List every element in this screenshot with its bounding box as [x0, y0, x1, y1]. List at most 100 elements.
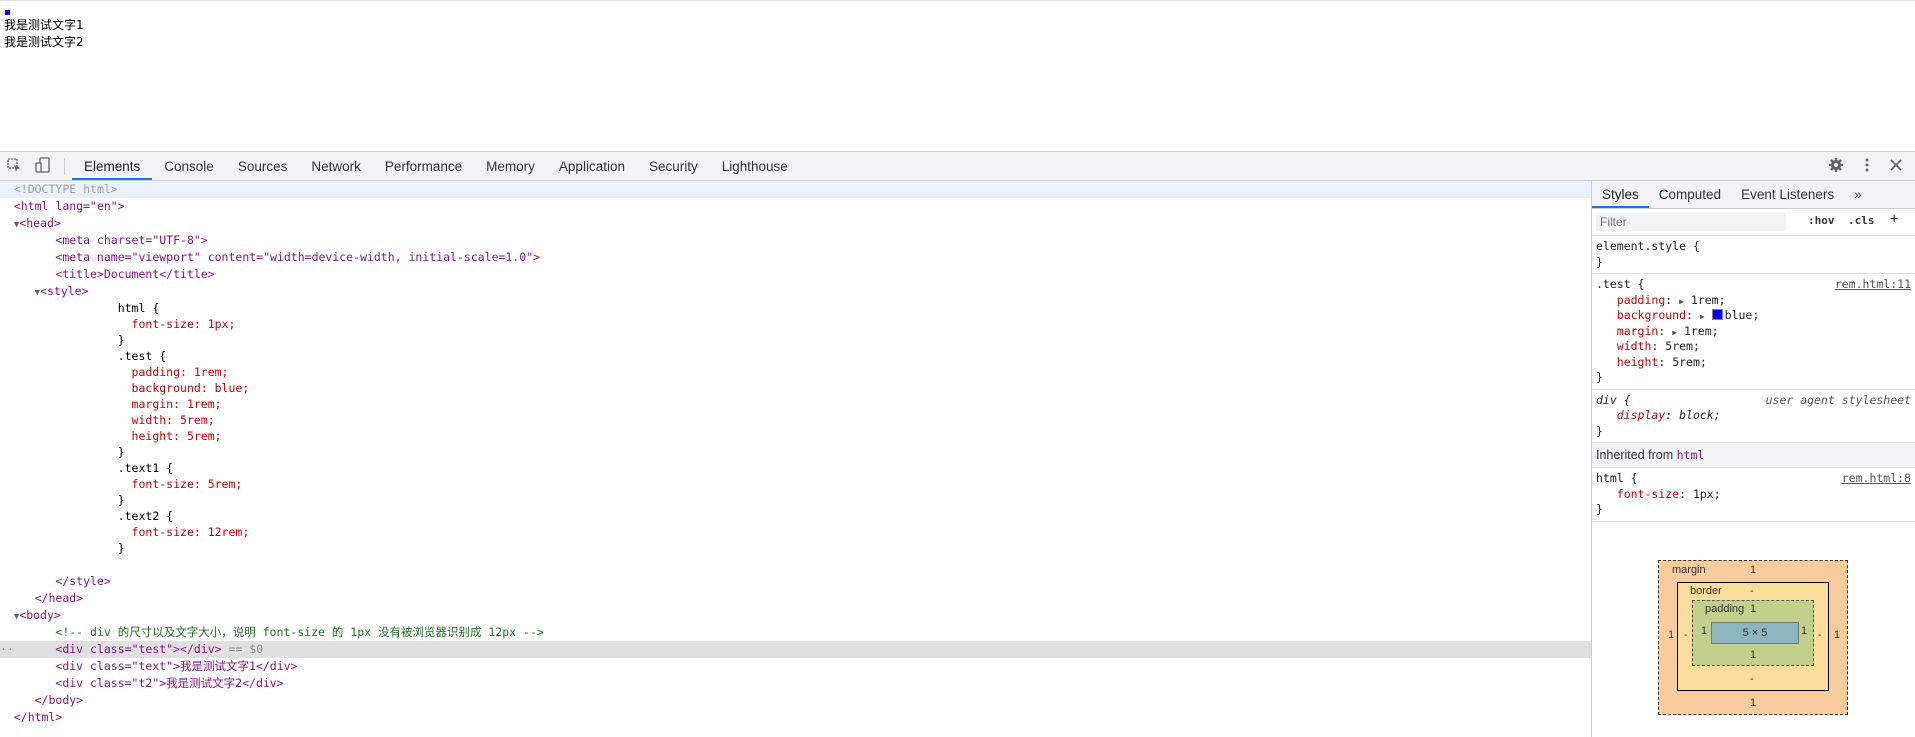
dom-node-div-test[interactable]: ·· <div class="test"></div> == $0: [0, 641, 1591, 658]
dom-node-div-t2[interactable]: <div class="t2">我是测试文字2</div>: [0, 675, 1591, 692]
more-vert-icon[interactable]: [1858, 157, 1876, 175]
padding-bottom-value[interactable]: 1: [1750, 649, 1756, 661]
inherited-tag-link[interactable]: html: [1677, 448, 1705, 462]
box-model-padding[interactable]: padding 1 1 1 1 5 × 5: [1692, 600, 1814, 666]
dom-node-title[interactable]: <title>Document</title>: [0, 266, 1591, 283]
padding-top-value[interactable]: 1: [1750, 603, 1756, 615]
title-tag: <title>Document</title>: [55, 267, 215, 281]
tab-computed[interactable]: Computed: [1649, 181, 1731, 208]
expand-triangle-icon[interactable]: ▶: [1672, 328, 1677, 337]
rule-close-brace: }: [1596, 423, 1603, 438]
css-declaration[interactable]: background: ▶ blue;: [1596, 308, 1911, 324]
css-declaration[interactable]: font-size: 1px;: [1596, 487, 1911, 503]
dom-node-meta-viewport[interactable]: <meta name="viewport" content="width=dev…: [0, 249, 1591, 266]
dom-node-style-close[interactable]: </style>: [0, 573, 1591, 590]
css-declaration[interactable]: margin: ▶ 1rem;: [1596, 324, 1911, 340]
css-line: .text1 {: [117, 461, 174, 475]
css-line: margin: 1rem;: [117, 397, 222, 411]
rule-source-link[interactable]: rem.html:11: [1835, 277, 1911, 291]
css-declaration[interactable]: padding: ▶ 1rem;: [1596, 293, 1911, 309]
css-line: .text2 {: [117, 509, 174, 523]
hov-button[interactable]: :hov: [1808, 214, 1835, 227]
dom-node-body[interactable]: ▼<body>: [0, 607, 1591, 624]
margin-top-value[interactable]: 1: [1750, 564, 1756, 576]
tab-styles[interactable]: Styles: [1592, 181, 1649, 208]
margin-label: margin: [1672, 564, 1706, 576]
dom-tree: <!DOCTYPE html> <html lang="en"> ▼<head>…: [0, 181, 1591, 737]
head-open-tag: <head>: [19, 216, 61, 230]
css-line: font-size: 12rem;: [117, 525, 250, 539]
css-declaration[interactable]: height: 5rem;: [1596, 355, 1911, 371]
margin-right-value[interactable]: 1: [1834, 629, 1840, 641]
css-line: padding: 1rem;: [117, 365, 229, 379]
css-line: font-size: 1px;: [117, 317, 236, 331]
devtools-tabs: Elements Console Sources Network Perform…: [72, 152, 800, 180]
style-close-tag: </style>: [55, 574, 111, 588]
tab-performance[interactable]: Performance: [373, 152, 474, 180]
dom-node-head[interactable]: ▼<head>: [0, 215, 1591, 232]
add-rule-button[interactable]: +: [1890, 211, 1898, 227]
dom-node-meta-charset[interactable]: <meta charset="UTF-8">: [0, 232, 1591, 249]
tab-memory[interactable]: Memory: [474, 152, 547, 180]
dom-node-html[interactable]: <html lang="en">: [0, 198, 1591, 215]
html-open-tag: <html lang="en">: [13, 199, 125, 213]
filter-input[interactable]: [1596, 213, 1786, 231]
dom-node-body-close[interactable]: </body>: [0, 692, 1591, 709]
dom-node-comment[interactable]: <!-- div 的尺寸以及文字大小，说明 font-size 的 1px 没有…: [0, 624, 1591, 641]
tab-console[interactable]: Console: [152, 152, 226, 180]
dom-node-div-text[interactable]: <div class="text">我是测试文字1</div>: [0, 658, 1591, 675]
border-bottom-value[interactable]: -: [1750, 673, 1754, 685]
tab-event-listeners[interactable]: Event Listeners: [1731, 181, 1844, 208]
box-model-border[interactable]: border - - - - padding 1 1 1 1 5 × 5: [1677, 582, 1829, 691]
margin-bottom-value[interactable]: 1: [1750, 697, 1756, 709]
css-declaration: display: block;: [1616, 408, 1721, 422]
close-icon[interactable]: [1887, 157, 1905, 175]
border-right-value[interactable]: -: [1818, 629, 1822, 641]
padding-left-value[interactable]: 1: [1701, 625, 1707, 637]
inspect-element-icon[interactable]: [5, 157, 23, 175]
style-rules: element.style { } .test { rem.html:11 pa…: [1592, 236, 1915, 522]
box-model-content[interactable]: 5 × 5: [1711, 622, 1799, 644]
tab-application[interactable]: Application: [547, 152, 637, 180]
tab-lighthouse[interactable]: Lighthouse: [710, 152, 800, 180]
body-close-tag: </body>: [34, 693, 84, 707]
color-swatch-icon[interactable]: [1711, 309, 1723, 320]
tab-security[interactable]: Security: [637, 152, 710, 180]
border-top-value[interactable]: -: [1750, 585, 1754, 597]
margin-left-value[interactable]: 1: [1668, 629, 1674, 641]
padding-right-value[interactable]: 1: [1801, 625, 1807, 637]
page-viewport: 我是测试文字1 我是测试文字2: [0, 0, 1915, 151]
inherited-label: Inherited from: [1596, 448, 1674, 462]
rule-selector[interactable]: element.style {: [1596, 239, 1911, 255]
border-left-value[interactable]: -: [1684, 629, 1688, 641]
box-model-margin[interactable]: margin 1 1 1 1 border - - - - padding 1 …: [1658, 560, 1848, 715]
body-open-tag: <body>: [19, 608, 61, 622]
tab-sources[interactable]: Sources: [226, 152, 300, 180]
dom-node-head-close[interactable]: </head>: [0, 590, 1591, 607]
expand-triangle-icon[interactable]: ▶: [1679, 297, 1684, 306]
rule-test: .test { rem.html:11 padding: ▶ 1rem; bac…: [1592, 274, 1915, 390]
inherited-header: Inherited from html: [1592, 443, 1915, 468]
meta-charset-tag: <meta charset="UTF-8">: [55, 233, 208, 247]
rule-source-link[interactable]: rem.html:8: [1842, 471, 1911, 485]
tab-network[interactable]: Network: [299, 152, 373, 180]
dom-node-doctype[interactable]: <!DOCTYPE html>: [0, 181, 1591, 198]
css-line: background: blue;: [117, 381, 250, 395]
page-text-2: 我是测试文字2: [4, 35, 84, 49]
css-declaration[interactable]: width: 5rem;: [1596, 339, 1911, 355]
rule-html: html { rem.html:8 font-size: 1px; }: [1592, 468, 1915, 522]
css-line: height: 5rem;: [117, 429, 222, 443]
page-text-1: 我是测试文字1: [4, 18, 84, 32]
comment-text: <!-- div 的尺寸以及文字大小，说明 font-size 的 1px 没有…: [55, 625, 544, 639]
css-line: width: 5rem;: [117, 413, 215, 427]
cls-button[interactable]: .cls: [1848, 214, 1875, 227]
expand-triangle-icon[interactable]: ▶: [1700, 312, 1705, 321]
div-text-tag: <div class="text">我是测试文字1</div>: [55, 659, 298, 673]
dom-node-html-close[interactable]: </html>: [0, 709, 1591, 726]
device-toolbar-icon[interactable]: [34, 157, 52, 175]
gear-icon[interactable]: [1827, 157, 1845, 175]
more-tabs-icon[interactable]: »: [1844, 181, 1872, 208]
test-div-box: [5, 10, 10, 15]
dom-node-style[interactable]: ▼<style>: [0, 283, 1591, 300]
tab-elements[interactable]: Elements: [72, 152, 153, 180]
